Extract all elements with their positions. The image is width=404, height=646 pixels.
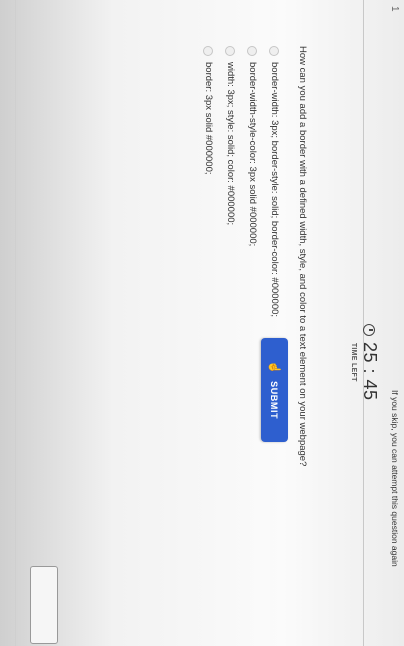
radio-button[interactable] [203, 46, 214, 56]
answer-option[interactable]: border-width: 3px; border-style: solid; … [269, 46, 280, 317]
answer-option-label: border: 3px solid #000000; [203, 62, 214, 175]
footer-divider [15, 0, 16, 646]
timer-label: TIME LEFT [350, 342, 357, 382]
quiz-screen: 1 25 : 45 TIME LEFT How can you add a bo… [0, 0, 404, 646]
header-divider [363, 0, 364, 646]
clock-icon [363, 324, 376, 336]
radio-button[interactable] [269, 46, 280, 56]
answer-option[interactable]: border-width-style-color: 3px solid #000… [247, 46, 258, 246]
submit-button[interactable]: ☝ SUBMIT [261, 338, 288, 442]
answer-option-label: border-width: 3px; border-style: solid; … [269, 62, 280, 318]
answer-option[interactable]: width: 3px; style: solid; color: #000000… [225, 46, 236, 225]
skip-button[interactable] [30, 566, 58, 644]
radio-button[interactable] [247, 46, 258, 56]
pointer-hand-icon: ☝ [268, 360, 280, 376]
timer-value: 25 : 45 [360, 342, 380, 401]
radio-button[interactable] [225, 46, 236, 56]
page-background: 1 25 : 45 TIME LEFT How can you add a bo… [0, 0, 404, 646]
answer-option-label: border-width-style-color: 3px solid #000… [247, 62, 258, 247]
timer: 25 : 45 TIME LEFT [350, 324, 380, 401]
answer-option-label: width: 3px; style: solid; color: #000000… [225, 62, 236, 226]
question-number: 1 [389, 6, 400, 12]
answer-option[interactable]: border: 3px solid #000000; [203, 46, 214, 175]
question-text: How can you add a border with a defined … [297, 46, 308, 467]
skip-note: If you skip, you can attempt this questi… [390, 390, 400, 567]
submit-label: SUBMIT [269, 381, 280, 420]
